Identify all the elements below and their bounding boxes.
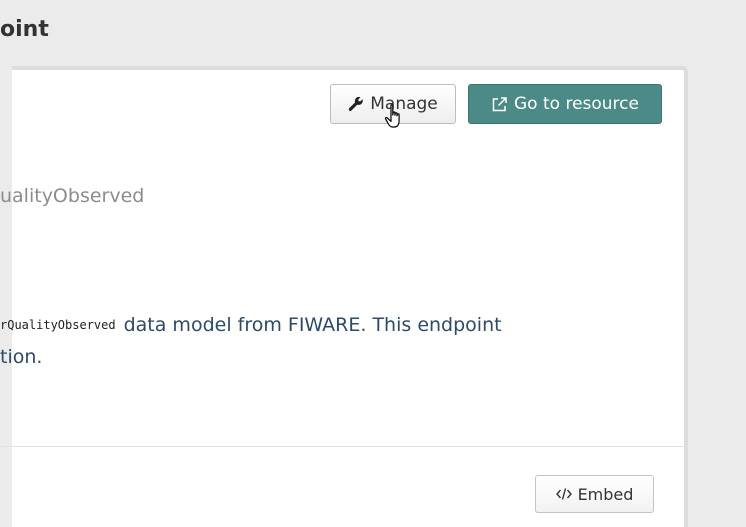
go-to-resource-button[interactable]: Go to resource: [468, 84, 662, 124]
page: oint Manage Go to resource ualityObserve…: [0, 0, 746, 527]
external-link-icon: [491, 96, 508, 113]
data-model-code: rQualityObserved: [0, 318, 116, 332]
description-line-1: rQualityObserved data model from FIWARE. …: [0, 312, 502, 338]
code-icon: [555, 487, 572, 501]
description-text-1: data model from FIWARE. This endpoint: [123, 314, 502, 336]
page-title: oint: [0, 17, 49, 42]
go-to-resource-label: Go to resource: [514, 94, 639, 114]
hand-pointer-cursor: [384, 104, 406, 130]
embed-button-label: Embed: [577, 484, 634, 504]
endpoint-card: [12, 66, 688, 527]
wrench-icon: [348, 96, 364, 112]
embed-button[interactable]: Embed: [535, 475, 654, 513]
entity-type-subtitle: ualityObserved: [0, 185, 145, 207]
description-line-2: tion.: [0, 346, 43, 368]
card-footer-divider: [0, 446, 688, 447]
